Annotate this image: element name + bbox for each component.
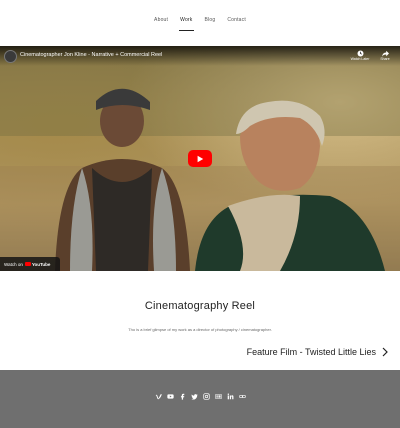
watch-on-youtube[interactable]: Watch on YouTube bbox=[0, 257, 60, 271]
youtube-icon bbox=[24, 262, 31, 266]
imdb-icon[interactable] bbox=[214, 393, 222, 400]
video-player[interactable]: Cinematographer Jon Kline - Narrative + … bbox=[0, 46, 400, 271]
share-icon bbox=[381, 50, 389, 57]
video-topbar: Cinematographer Jon Kline - Narrative + … bbox=[0, 46, 400, 66]
social-links bbox=[0, 393, 400, 403]
share-label: Share bbox=[380, 57, 390, 61]
facebook-icon[interactable] bbox=[179, 393, 186, 400]
share-button[interactable]: Share bbox=[374, 50, 396, 66]
nav-contact[interactable]: Contact bbox=[226, 17, 247, 31]
next-project-label: Feature Film - Twisted Little Lies bbox=[246, 347, 376, 357]
twitter-icon[interactable] bbox=[190, 393, 198, 400]
play-icon bbox=[197, 155, 204, 162]
youtube-icon[interactable] bbox=[166, 393, 174, 400]
main-nav: About Work Blog Contact bbox=[0, 17, 400, 31]
clock-icon bbox=[356, 50, 364, 57]
nav-work[interactable]: Work bbox=[179, 17, 194, 31]
nav-blog[interactable]: Blog bbox=[204, 17, 217, 31]
youtube-wordmark: YouTube bbox=[31, 261, 51, 267]
video-title[interactable]: Cinematographer Jon Kline - Narrative + … bbox=[20, 52, 162, 58]
linkedin-icon[interactable] bbox=[227, 393, 234, 400]
watch-later-label: Watch Later bbox=[350, 57, 370, 61]
chevron-right-icon bbox=[382, 347, 388, 357]
page-title: Cinematography Reel bbox=[144, 300, 256, 312]
watch-on-label: Watch on bbox=[4, 261, 23, 267]
channel-avatar[interactable] bbox=[4, 50, 17, 63]
footer bbox=[0, 370, 400, 428]
page-description: Tho is a brief glimpse of my work as a d… bbox=[128, 327, 272, 332]
play-button[interactable] bbox=[188, 150, 212, 167]
nav-about[interactable]: About bbox=[153, 17, 169, 31]
link-icon[interactable] bbox=[238, 393, 246, 400]
next-project-link[interactable]: Feature Film - Twisted Little Lies bbox=[247, 346, 388, 358]
vimeo-icon[interactable] bbox=[155, 393, 162, 400]
watch-later-button[interactable]: Watch Later bbox=[349, 50, 371, 66]
instagram-icon[interactable] bbox=[202, 393, 210, 400]
youtube-logo: YouTube bbox=[24, 261, 51, 267]
